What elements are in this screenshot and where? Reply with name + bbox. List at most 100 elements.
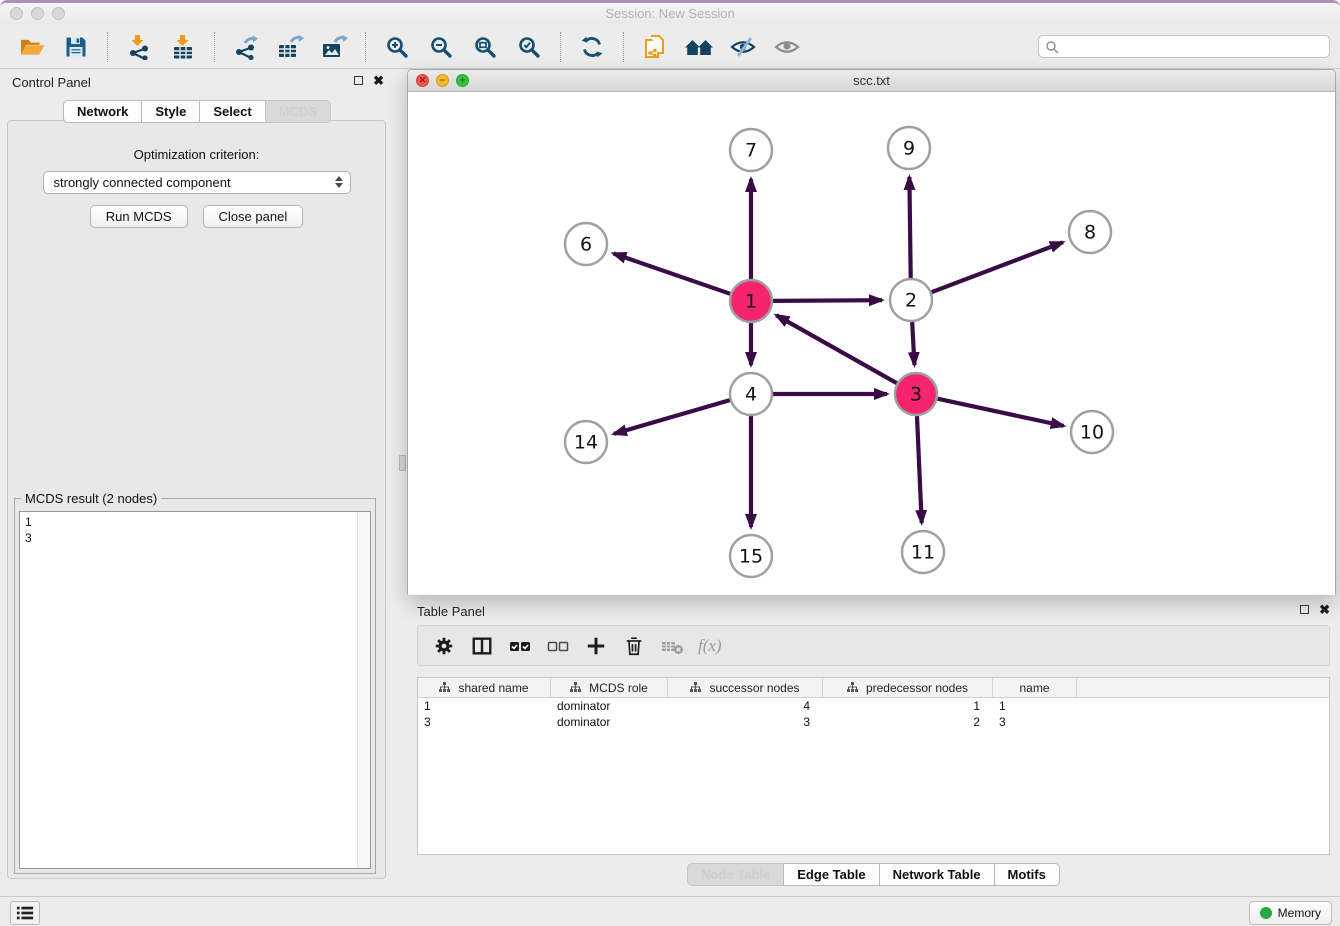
run-mcds-button[interactable]: Run MCDS [90,205,188,228]
graph-edge-3-10[interactable] [938,399,1064,426]
open-folder-button[interactable] [14,30,50,64]
graph-edge-1-6[interactable] [613,253,730,293]
graph-edge-2-3[interactable] [912,322,914,365]
table-toolbar: f(x) [417,625,1330,666]
import-table-button[interactable] [165,30,201,64]
import-network-button[interactable] [121,30,157,64]
tab-network[interactable]: Network [63,100,142,123]
graph-edge-3-11[interactable] [917,416,922,523]
delete-column-button[interactable] [660,633,684,659]
zoom-selected-button[interactable] [511,30,547,64]
graph-edge-2-8[interactable] [932,242,1063,292]
vertical-splitter-handle[interactable] [399,455,406,471]
graph-node-label: 14 [574,432,598,454]
node-table-header: shared nameMCDS rolesuccessor nodesprede… [418,678,1329,698]
graph-node-label: 8 [1084,222,1096,244]
node-table[interactable]: shared nameMCDS rolesuccessor nodesprede… [417,677,1330,855]
network-canvas[interactable]: 7968124314101511 [408,92,1335,595]
table-cell[interactable]: 1 [823,698,993,714]
close-table-panel-icon[interactable]: ✖ [1319,604,1330,615]
tab-select[interactable]: Select [199,100,265,123]
graph-edge-1-2[interactable] [773,300,882,301]
plus-icon [585,635,607,657]
save-session-button[interactable] [58,30,94,64]
delete-column-icon [660,635,684,657]
mcds-result-text: 1 3 [20,512,356,868]
float-table-panel-icon[interactable] [1300,605,1309,614]
table-panel-title: Table Panel [417,604,485,619]
table-panel-tabs: Node TableEdge TableNetwork TableMotifs [407,863,1340,886]
mcds-result-title: MCDS result (2 nodes) [21,491,161,506]
delete-rows-button[interactable] [622,633,646,659]
network-window-titlebar[interactable]: ✕ − + scc.txt [408,70,1335,92]
memory-label: Memory [1278,906,1321,920]
checked-boxes-icon [509,635,531,657]
import-table-icon [170,34,196,60]
select-all-columns-button[interactable] [508,633,532,659]
graph-node-label: 6 [580,234,592,256]
graph-node-label: 11 [911,542,935,564]
show-graphics-details-button[interactable] [769,30,805,64]
table-cell[interactable]: 1 [418,698,551,714]
tab-node-table[interactable]: Node Table [687,863,784,886]
table-row[interactable]: 1dominator411 [418,698,1329,714]
refresh-view-button[interactable] [574,30,610,64]
table-cell[interactable]: 3 [668,714,823,730]
table-cell[interactable]: dominator [551,714,668,730]
column-header-name[interactable]: name [993,678,1077,697]
add-row-button[interactable] [584,633,608,659]
network-window: ✕ − + scc.txt 7968124314101511 [407,69,1336,595]
graph-node-label: 3 [910,384,922,406]
table-cell[interactable]: 2 [823,714,993,730]
zoom-in-button[interactable] [379,30,415,64]
criterion-select[interactable]: strongly connected component [43,171,351,194]
task-history-button[interactable] [10,901,40,925]
column-header-successor-nodes[interactable]: successor nodes [668,678,823,697]
toolbar-separator [214,32,215,62]
memory-button[interactable]: Memory [1249,901,1332,925]
tab-edge-table[interactable]: Edge Table [783,863,879,886]
toolbar-separator [365,32,366,62]
function-builder-icon[interactable]: f(x) [698,636,722,656]
graph-edge-3-1[interactable] [776,315,897,383]
tab-mcds[interactable]: MCDS [265,100,331,123]
column-settings-button[interactable] [432,633,456,659]
zoom-fit-button[interactable] [467,30,503,64]
export-image-button[interactable] [316,30,352,64]
export-network-button[interactable] [228,30,264,64]
tree-icon [570,682,581,693]
table-cell[interactable]: dominator [551,698,668,714]
tab-motifs[interactable]: Motifs [994,863,1060,886]
close-panel-icon[interactable]: ✖ [373,75,384,86]
result-scrollbar[interactable] [357,512,370,868]
tab-network-table[interactable]: Network Table [879,863,995,886]
table-cell[interactable]: 1 [993,698,1077,714]
table-cell[interactable]: 3 [993,714,1077,730]
unselect-all-columns-button[interactable] [546,633,570,659]
table-row[interactable]: 3dominator323 [418,714,1329,730]
split-columns-button[interactable] [470,633,494,659]
clone-network-button[interactable] [637,30,673,64]
table-cell[interactable]: 4 [668,698,823,714]
zoom-out-icon [429,35,453,59]
status-bar: Memory [0,896,1340,926]
zoom-out-button[interactable] [423,30,459,64]
export-table-button[interactable] [272,30,308,64]
close-panel-button[interactable]: Close panel [203,205,304,228]
search-input[interactable] [1063,39,1323,55]
graph-node-label: 7 [745,140,757,162]
graph-edge-4-14[interactable] [614,400,730,434]
mcds-result-area[interactable]: 1 3 [19,511,371,869]
tab-style[interactable]: Style [141,100,200,123]
graph-edge-2-9[interactable] [909,177,910,278]
column-header-MCDS-role[interactable]: MCDS role [551,678,668,697]
column-header-shared-name[interactable]: shared name [418,678,551,697]
tree-icon [439,682,450,693]
home-view-button[interactable] [681,30,717,64]
split-columns-icon [471,635,493,657]
float-panel-icon[interactable] [354,76,363,85]
hide-graphics-details-button[interactable] [725,30,761,64]
column-header-predecessor-nodes[interactable]: predecessor nodes [823,678,993,697]
table-cell[interactable]: 3 [418,714,551,730]
search-icon [1045,40,1059,54]
